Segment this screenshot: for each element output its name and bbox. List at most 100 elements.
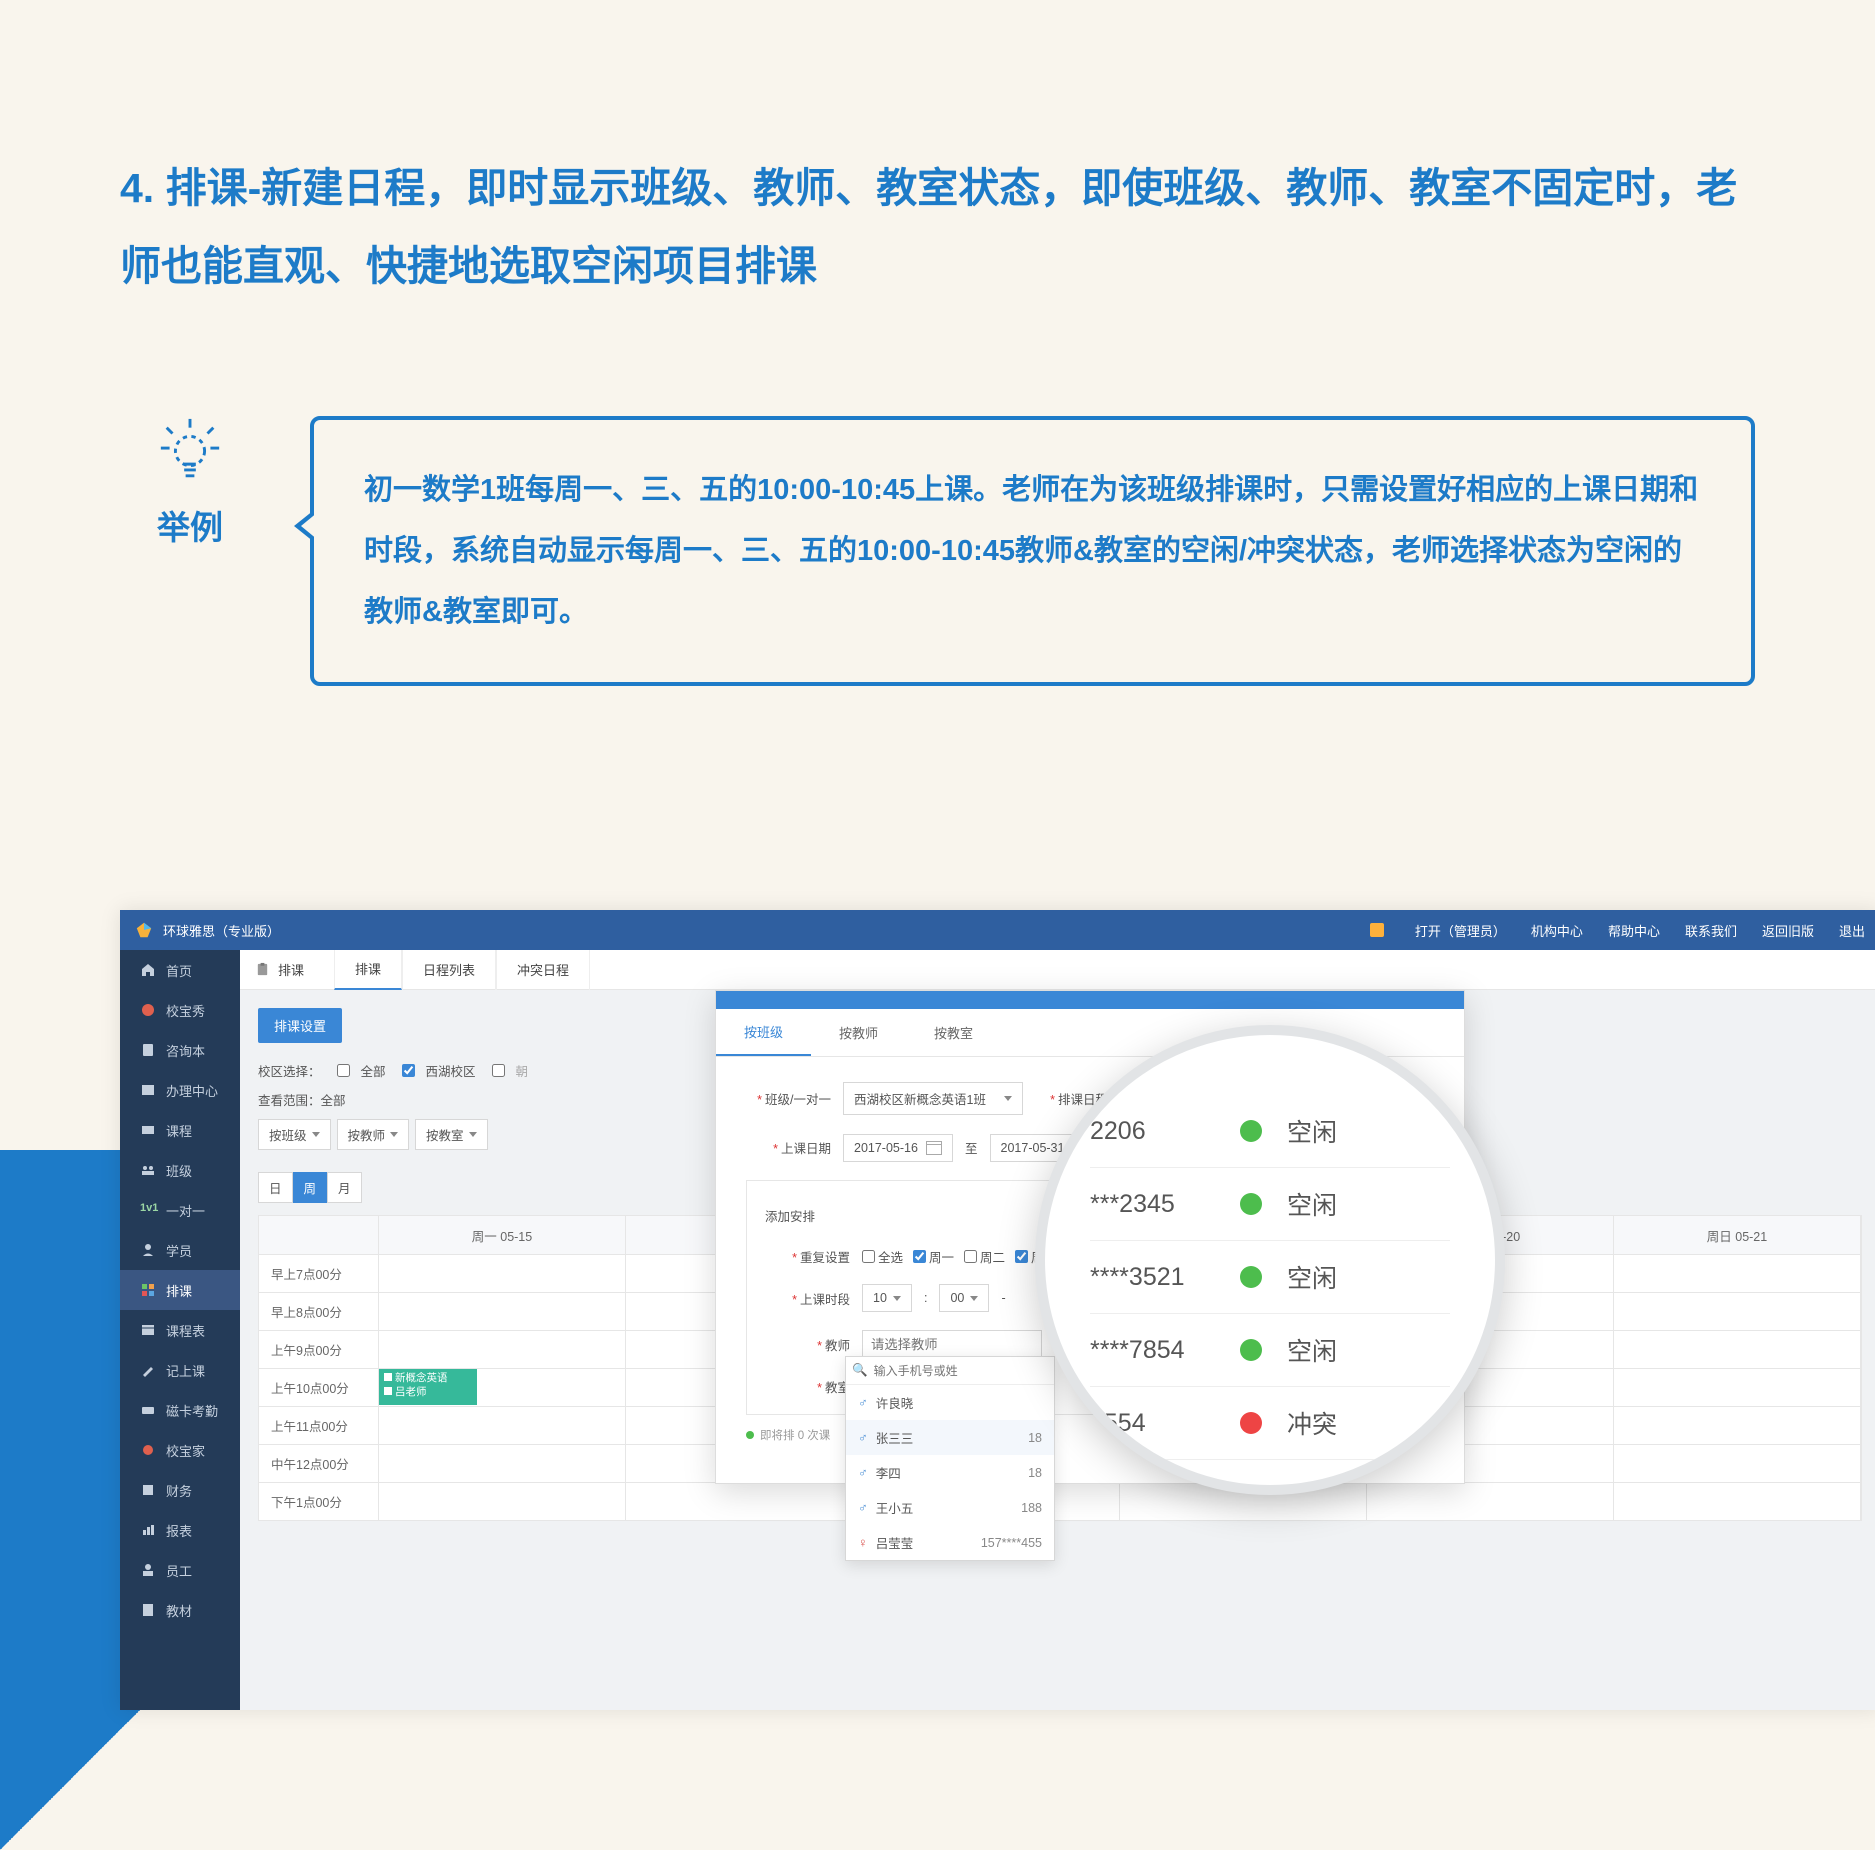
- selector-by-room[interactable]: 按教室: [415, 1119, 488, 1150]
- chk-tue[interactable]: 周二: [964, 1247, 1005, 1266]
- day-header: 周一 05-15: [379, 1216, 626, 1254]
- search-icon: 🔍: [852, 1363, 868, 1378]
- sidebar-item-xiaobaoxiu[interactable]: 校宝秀: [120, 990, 240, 1030]
- view-day[interactable]: 日: [258, 1172, 293, 1203]
- status-dot-green: [1240, 1193, 1262, 1215]
- status-dot-green: [1240, 1266, 1262, 1288]
- status-row: 4554冲突: [1090, 1387, 1450, 1460]
- checkbox-xihu[interactable]: [402, 1064, 415, 1077]
- settings-button[interactable]: 排课设置: [258, 1008, 342, 1043]
- example-bubble: 初一数学1班每周一、三、五的10:00-10:45上课。老师在为该班级排课时，只…: [310, 416, 1755, 687]
- topbar-link-help[interactable]: 帮助中心: [1608, 921, 1660, 940]
- sidebar-item-xiaobaojia[interactable]: 校宝家: [120, 1430, 240, 1470]
- topbar: 环球雅思（专业版） 打开（管理员） 机构中心 帮助中心 联系我们 返回旧版 退出: [120, 910, 1875, 950]
- teacher-option[interactable]: ♂张三三18: [846, 1420, 1054, 1455]
- process-icon: [140, 1082, 156, 1098]
- topbar-link-org[interactable]: 机构中心: [1531, 921, 1583, 940]
- male-icon: ♂: [858, 1465, 868, 1480]
- modal-tab-room[interactable]: 按教室: [906, 1009, 1001, 1056]
- status-row: ****7854空闲: [1090, 1314, 1450, 1387]
- selector-by-teacher[interactable]: 按教师: [337, 1119, 410, 1150]
- checkbox-all-campus[interactable]: [337, 1064, 350, 1077]
- female-icon: ♀: [858, 1535, 868, 1550]
- crumb-tab-list[interactable]: 日程列表: [402, 950, 496, 990]
- sidebar-item-timetable[interactable]: 课程表: [120, 1310, 240, 1350]
- chevron-down-icon: [970, 1296, 978, 1301]
- view-week[interactable]: 周: [293, 1172, 328, 1203]
- sidebar-item-schedule[interactable]: 排课: [120, 1270, 240, 1310]
- sidebar-item-finance[interactable]: 财务: [120, 1470, 240, 1510]
- time-label: 下午1点00分: [259, 1482, 379, 1520]
- hero-section: 4. 排课-新建日程，即时显示班级、教师、教室状态，即使班级、教师、教室不固定时…: [0, 0, 1875, 726]
- clipboard-icon: [255, 962, 270, 977]
- chk-mon[interactable]: 周一: [913, 1247, 954, 1266]
- male-icon: ♂: [858, 1500, 868, 1515]
- sidebar-item-textbook[interactable]: 教材: [120, 1590, 240, 1630]
- product-name: 环球雅思（专业版）: [163, 921, 280, 940]
- teacher-dropdown: 🔍 ♂许良晓 ♂张三三18 ♂李四18 ♂王小五188 ♀吕莹莹157****4…: [845, 1356, 1055, 1561]
- textbook-icon: [140, 1602, 156, 1618]
- sidebar-item-student[interactable]: 学员: [120, 1230, 240, 1270]
- example-left: 举例: [120, 416, 260, 687]
- modal-tab-teacher[interactable]: 按教师: [811, 1009, 906, 1056]
- card-icon: [140, 1402, 156, 1418]
- topbar-user[interactable]: 打开（管理员）: [1415, 921, 1506, 940]
- crumb-tab-schedule[interactable]: 排课: [334, 950, 402, 990]
- time-label: 早上7点00分: [259, 1254, 379, 1292]
- view-month[interactable]: 月: [327, 1172, 362, 1203]
- hero-title: 4. 排课-新建日程，即时显示班级、教师、教室状态，即使班级、教师、教室不固定时…: [120, 150, 1755, 306]
- sidebar-item-class[interactable]: 班级: [120, 1150, 240, 1190]
- sub-section-title: 添加安排: [765, 1206, 815, 1225]
- dropdown-search-input[interactable]: [874, 1364, 1048, 1378]
- sidebar-item-course[interactable]: 课程: [120, 1110, 240, 1150]
- sidebar: 首页 校宝秀 咨询本 办理中心 课程 班级 1v1一对一 学员 排课 课程表 记…: [120, 950, 240, 1710]
- sidebar-item-1v1[interactable]: 1v1一对一: [120, 1190, 240, 1230]
- crumb-title: 排课: [278, 960, 304, 979]
- app-logo-icon: [135, 921, 153, 939]
- book-icon: [140, 1042, 156, 1058]
- class-label: *班级/一对一: [746, 1089, 831, 1108]
- chk-all[interactable]: 全选: [862, 1247, 903, 1266]
- timetable-icon: [140, 1322, 156, 1338]
- class-icon: [140, 1162, 156, 1178]
- modal-tab-class[interactable]: 按班级: [716, 1009, 811, 1056]
- topbar-link-exit[interactable]: 退出: [1839, 921, 1865, 940]
- status-dot-red: [1240, 1412, 1262, 1434]
- sidebar-item-report[interactable]: 报表: [120, 1510, 240, 1550]
- time-label: 上午11点00分: [259, 1406, 379, 1444]
- topbar-link-oldver[interactable]: 返回旧版: [1762, 921, 1814, 940]
- lightbulb-icon: [155, 416, 225, 486]
- teacher-option[interactable]: ♀吕莹莹157****455: [846, 1525, 1054, 1560]
- time-min-select[interactable]: 00: [939, 1284, 989, 1312]
- course-icon: [140, 1122, 156, 1138]
- sidebar-item-consult[interactable]: 咨询本: [120, 1030, 240, 1070]
- chevron-down-icon: [893, 1296, 901, 1301]
- date-from-input[interactable]: 2017-05-16: [843, 1134, 953, 1162]
- magnifier-overlay: 2206空闲 ***2345空闲 ****3521空闲 ****7854空闲 4…: [1035, 1025, 1505, 1495]
- topbar-link-contact[interactable]: 联系我们: [1685, 921, 1737, 940]
- selector-by-class[interactable]: 按班级: [258, 1119, 331, 1150]
- crumb-tab-conflict[interactable]: 冲突日程: [496, 950, 590, 990]
- event-card[interactable]: 新概念英语吕老师: [379, 1369, 477, 1405]
- status-dot-green: [1240, 1120, 1262, 1142]
- sidebar-item-process[interactable]: 办理中心: [120, 1070, 240, 1110]
- report-icon: [140, 1522, 156, 1538]
- family-icon: [140, 1442, 156, 1458]
- staff-icon: [140, 1562, 156, 1578]
- content-area: 排课 排课 日程列表 冲突日程 排课设置 校区选择： 全部 西湖校区 朝 查看范…: [240, 950, 1875, 1710]
- chevron-down-icon: [469, 1132, 477, 1137]
- checkbox-other[interactable]: [492, 1064, 505, 1077]
- time-hour-select[interactable]: 10: [862, 1284, 912, 1312]
- home-icon: [140, 962, 156, 978]
- sidebar-item-home[interactable]: 首页: [120, 950, 240, 990]
- teacher-option[interactable]: ♂王小五188: [846, 1490, 1054, 1525]
- sidebar-item-attend[interactable]: 记上课: [120, 1350, 240, 1390]
- teacher-select[interactable]: [862, 1330, 1042, 1359]
- sidebar-item-card[interactable]: 磁卡考勤: [120, 1390, 240, 1430]
- class-select[interactable]: 西湖校区新概念英语1班: [843, 1082, 1023, 1115]
- teacher-option[interactable]: ♂李四18: [846, 1455, 1054, 1490]
- sidebar-item-staff[interactable]: 员工: [120, 1550, 240, 1590]
- chevron-down-icon: [390, 1132, 398, 1137]
- status-row: ****3521空闲: [1090, 1241, 1450, 1314]
- teacher-option[interactable]: ♂许良晓: [846, 1385, 1054, 1420]
